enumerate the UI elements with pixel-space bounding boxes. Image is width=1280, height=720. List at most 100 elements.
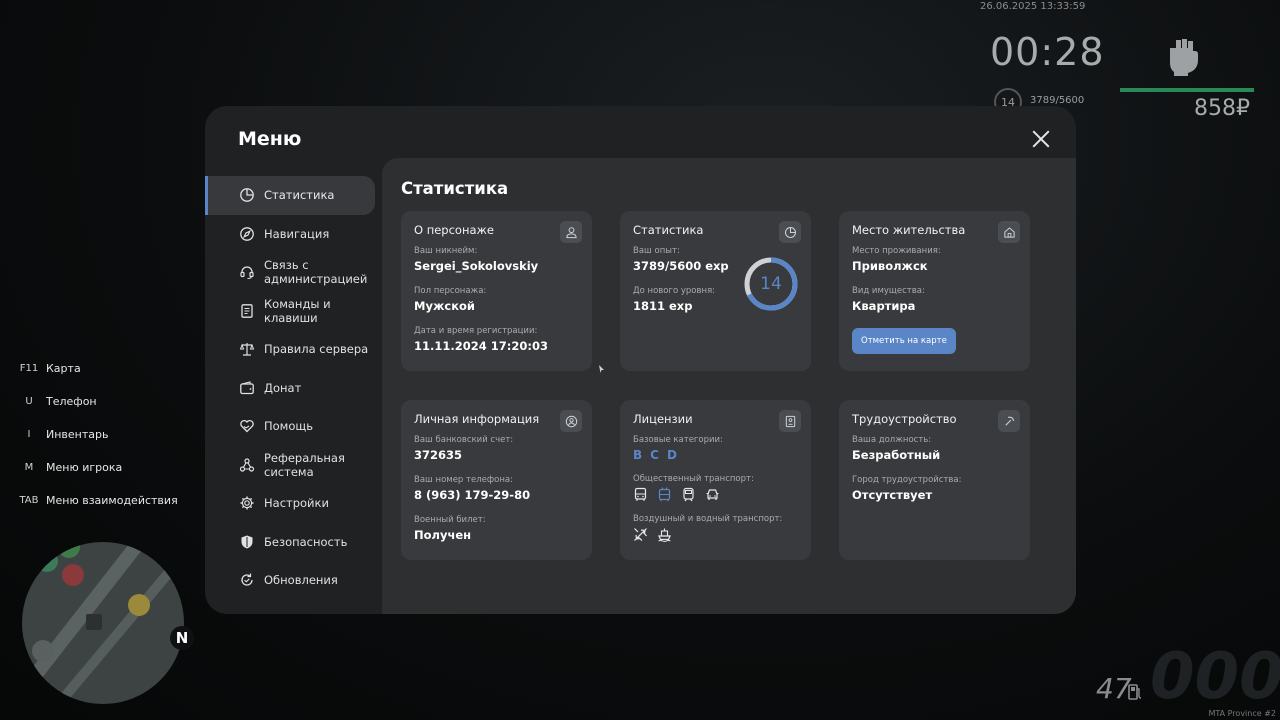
card-title: Лицензии — [633, 412, 693, 426]
public-transport-licenses — [633, 487, 798, 502]
hotkey-key: I — [27, 429, 31, 440]
sidebar-item-stats[interactable]: Статистика — [205, 176, 375, 215]
modal-title: Меню — [238, 128, 302, 150]
phone-number-value: 8 (963) 179-29-80 — [414, 488, 531, 502]
hotkey-item: M Меню игрока — [14, 451, 178, 484]
licenses-card: Лицензии Базовые категории: B C D Общест… — [620, 400, 811, 560]
sidebar-item-help[interactable]: Помощь — [205, 407, 381, 446]
nickname-value: Sergei_Sokolovskiy — [414, 259, 539, 273]
level-progress-ring: 14 — [743, 256, 799, 312]
sidebar-item-rules[interactable]: Правила сервера — [205, 330, 381, 369]
sidebar-item-security[interactable]: Безопасность — [205, 523, 381, 562]
sidebar-item-donate[interactable]: Донат — [205, 369, 381, 408]
minimap-mail-marker — [128, 594, 150, 616]
sidebar-item-admin-contact[interactable]: Связь с администрацией — [205, 253, 381, 292]
pie-chart-icon — [779, 221, 801, 243]
sidebar-item-settings[interactable]: Настройки — [205, 484, 381, 523]
sidebar-item-label: Команды и клавиши — [264, 296, 331, 325]
minimap-car-marker — [36, 550, 58, 572]
personal-info-card: Личная информация Ваш банковский счет: 3… — [401, 400, 592, 560]
scales-icon — [239, 341, 255, 357]
sidebar-item-label: Обновления — [264, 573, 338, 588]
plane-icon — [634, 528, 647, 541]
registration-date-value: 11.11.2024 17:20:03 — [414, 339, 548, 353]
character-card: О персонаже Ваш никнейм: Sergei_Sokolovs… — [401, 211, 592, 371]
license-category: B — [633, 448, 643, 462]
field-label: Общественный транспорт: — [633, 474, 754, 484]
employment-card: Трудоустройство Ваша должность: Безработ… — [839, 400, 1030, 560]
sidebar-item-label: Реферальная система — [264, 450, 345, 479]
minimap-north: N — [170, 626, 194, 650]
menu-modal: Меню Статистика Навигация Связь с админи… — [205, 106, 1076, 614]
sidebar-item-referral[interactable]: Реферальная система — [205, 446, 381, 485]
air-water-licenses — [633, 527, 798, 542]
position-value: Безработный — [852, 448, 941, 462]
hud-speedometer-bg: 000 — [1150, 640, 1280, 714]
license-categories: B C D — [633, 448, 798, 462]
hotkey-key: U — [25, 396, 33, 407]
sidebar-item-label: Правила сервера — [264, 342, 369, 357]
close-button[interactable] — [1030, 128, 1052, 150]
field-label: Вид имущества: — [852, 286, 925, 296]
field-label: Базовые категории: — [633, 435, 723, 445]
content-panel: Статистика О персонаже Ваш никнейм: Serg… — [382, 158, 1076, 614]
sidebar-item-navigation[interactable]: Навигация — [205, 215, 381, 254]
headset-icon — [239, 264, 255, 280]
sidebar-item-label: Донат — [264, 380, 302, 395]
minimap-bank-marker — [32, 640, 54, 662]
minimap — [22, 542, 184, 704]
hud-timer: 00:28 — [990, 30, 1105, 74]
hotkey-action: Карта — [46, 362, 81, 375]
stats-card: Статистика Ваш опыт: 3789/5600 exp До но… — [620, 211, 811, 371]
field-label: Военный билет: — [414, 515, 486, 525]
bank-account-value: 372635 — [414, 448, 463, 462]
card-title: Личная информация — [414, 412, 540, 426]
compass-icon — [239, 226, 255, 242]
field-label: Ваш банковский счет: — [414, 435, 514, 445]
sidebar-item-commands[interactable]: Команды и клавиши — [205, 292, 381, 331]
hotkey-action: Меню игрока — [46, 461, 123, 474]
field-label: Место проживания: — [852, 246, 941, 256]
work-city-value: Отсутствует — [852, 488, 933, 502]
user-icon — [560, 221, 582, 243]
bus-icon — [634, 487, 647, 501]
document-icon — [239, 303, 255, 319]
sidebar-item-label: Навигация — [264, 226, 330, 241]
field-label: Ваш опыт: — [633, 246, 680, 256]
shield-icon — [239, 534, 255, 550]
property-type-value: Квартира — [852, 299, 916, 313]
tram-icon — [683, 487, 694, 502]
sidebar-item-label: Безопасность — [264, 534, 348, 549]
hotkey-item: F11 Карта — [14, 352, 178, 385]
minimap-hospital-marker — [62, 564, 84, 586]
wallet-icon — [239, 380, 255, 396]
mouse-cursor-icon — [599, 365, 604, 373]
id-card-icon — [779, 410, 801, 432]
card-title: Место жительства — [852, 223, 966, 237]
field-label: Воздушный и водный транспорт: — [633, 514, 783, 524]
trolleybus-icon — [658, 487, 671, 502]
gear-icon — [239, 495, 255, 511]
hotkey-list: F11 Карта U Телефон I Инвентарь M Меню и… — [14, 352, 178, 517]
heart-hand-icon — [239, 418, 255, 434]
field-label: Ваш номер телефона: — [414, 475, 513, 485]
sidebar-item-updates[interactable]: Обновления — [205, 561, 381, 600]
license-category: D — [666, 448, 677, 462]
card-title: Трудоустройство — [852, 412, 957, 426]
pickaxe-icon — [998, 410, 1020, 432]
boat-icon — [658, 528, 671, 542]
field-label: Город трудоустройства: — [852, 475, 962, 485]
refresh-icon — [239, 572, 255, 588]
field-label: Ваша должность: — [852, 435, 932, 445]
sidebar-item-label: Настройки — [264, 496, 329, 511]
sidebar-item-label: Связь с администрацией — [264, 258, 368, 287]
minimap-target-marker — [58, 542, 80, 558]
license-category: C — [650, 448, 659, 462]
hud-health-bar — [1120, 88, 1254, 92]
field-label: Дата и время регистрации: — [414, 326, 538, 336]
hud-exp: 3789/5600 — [1030, 95, 1085, 106]
sidebar-item-label: Статистика — [264, 188, 335, 203]
hud-datetime: 26.06.2025 13:33:59 — [980, 1, 1086, 12]
field-label: Пол персонажа: — [414, 286, 487, 296]
mark-on-map-button[interactable]: Отметить на карте — [852, 328, 956, 354]
